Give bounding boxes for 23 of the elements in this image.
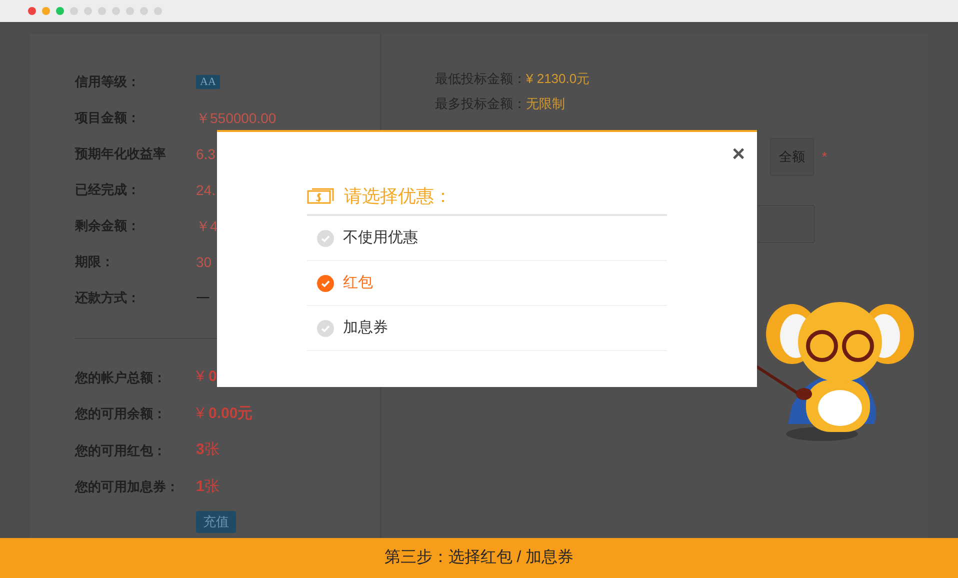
value-text: 30: [196, 252, 212, 272]
dialog-title: 请选择优惠：: [344, 184, 452, 208]
close-button[interactable]: ×: [732, 142, 745, 166]
value-text: ￥4: [196, 216, 218, 236]
value-text: ￥550000.00: [196, 108, 276, 128]
money-icon: [307, 187, 334, 205]
value-text: 3张: [196, 440, 220, 460]
required-mark: *: [822, 148, 828, 166]
value-text: 1张: [196, 476, 220, 496]
value-text: ¥ 0: [196, 367, 217, 387]
coupon-option[interactable]: 不使用优惠: [307, 216, 667, 261]
value-text: 24.: [196, 180, 216, 200]
limit-value: ¥ 2130.0元: [526, 70, 590, 88]
option-label: 红包: [343, 272, 373, 293]
option-label: 加息券: [343, 318, 388, 338]
value-text: ¥ 0.00元: [196, 404, 253, 424]
footer-caption: 第三步：选择红包 / 加息券: [384, 548, 574, 568]
value-text: 一: [196, 288, 210, 308]
coupon-option[interactable]: 加息券: [307, 306, 667, 351]
option-label: 不使用优惠: [343, 228, 418, 248]
value-text: 6.3: [196, 144, 216, 164]
limit-value: 无限制: [526, 94, 565, 113]
credit-badge: AA: [196, 75, 220, 89]
